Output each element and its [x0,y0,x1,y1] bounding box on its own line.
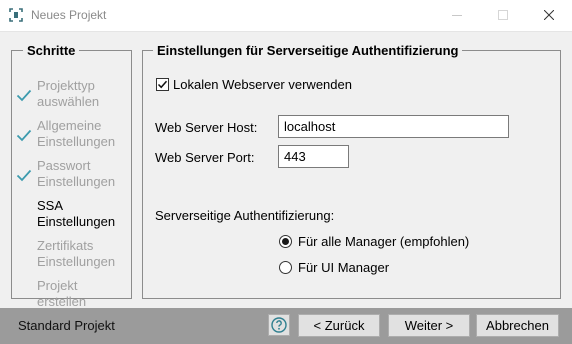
maximize-icon [498,10,508,20]
local-webserver-label: Lokalen Webserver verwenden [173,77,352,92]
radio-ui-manager[interactable] [279,261,292,274]
radio-all-managers[interactable] [279,235,292,248]
step-label: SSA Einstellungen [37,198,116,229]
dialog-footer: Standard Projekt < Zurück Weiter > Abbre… [0,308,572,344]
checkmark-icon [157,80,168,89]
step-certificate-settings: Zertifikats Einstellungen [12,238,130,276]
local-webserver-checkbox[interactable] [156,78,169,91]
port-input[interactable]: 443 [278,145,349,168]
help-button[interactable] [268,314,290,336]
steps-legend: Schritte [23,43,80,58]
check-icon [16,127,32,143]
steps-panel: Schritte Projekttyp auswählen Allgemeine… [11,43,132,309]
title-bar: Neues Projekt [0,0,572,32]
auth-group-label: Serverseitige Authentifizierung: [155,208,335,223]
settings-legend: Einstellungen für Serverseitige Authenti… [153,43,463,58]
step-label: Passwort Einstellungen [37,158,116,189]
step-label: Zertifikats Einstellungen [37,238,116,269]
footer-status-text: Standard Projekt [18,318,115,333]
radio-ui-manager-label: Für UI Manager [298,260,390,275]
window-title: Neues Projekt [31,8,107,22]
step-project-type: Projekttyp auswählen [12,78,130,116]
close-icon [544,10,554,20]
help-icon [271,317,287,333]
step-password-settings: Passwort Einstellungen [12,158,130,196]
back-button[interactable]: < Zurück [298,314,380,337]
maximize-button[interactable] [480,0,526,31]
step-label: Projekt erstellen [37,278,87,309]
project-icon [9,8,23,22]
check-icon [16,167,32,183]
host-label: Web Server Host: [155,120,258,135]
step-ssa-settings: SSA Einstellungen [12,198,130,236]
host-input[interactable]: localhost [278,115,509,138]
close-button[interactable] [526,0,572,31]
step-general-settings: Allgemeine Einstellungen [12,118,130,156]
check-icon [16,87,32,103]
next-button[interactable]: Weiter > [388,314,470,337]
step-label: Allgemeine Einstellungen [37,118,116,149]
step-label: Projekttyp auswählen [37,78,100,109]
minimize-button[interactable] [434,0,480,31]
minimize-icon [452,15,462,16]
port-label: Web Server Port: [155,150,255,165]
radio-all-managers-label: Für alle Manager (empfohlen) [298,234,470,249]
cancel-button[interactable]: Abbrechen [476,314,559,337]
